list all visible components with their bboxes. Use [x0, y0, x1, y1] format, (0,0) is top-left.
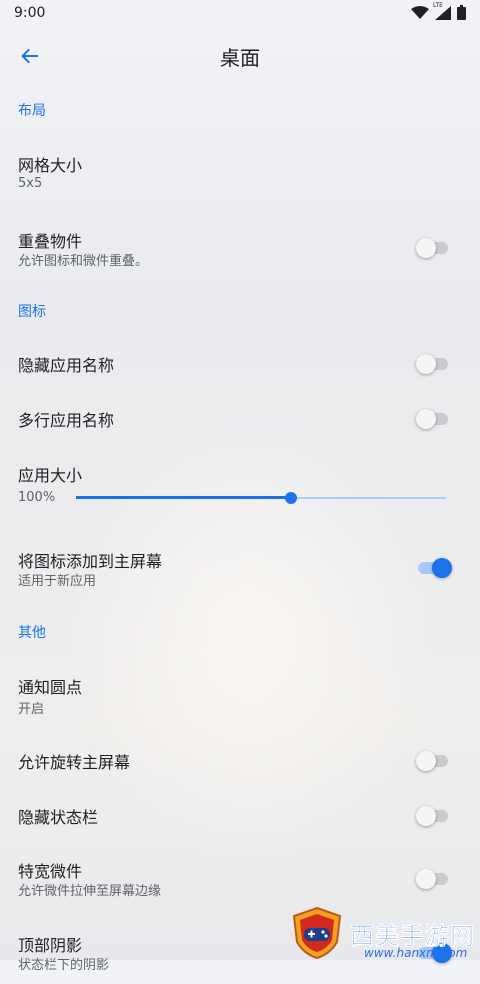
status-icons: LTE [411, 2, 466, 20]
battery-icon [457, 5, 466, 20]
setting-title: 顶部阴影 [18, 936, 83, 955]
setting-hide-app-names[interactable]: 隐藏应用名称 [0, 340, 480, 386]
setting-title: 应用大小 [18, 466, 83, 485]
multiline-app-names-switch[interactable] [416, 408, 450, 429]
gamepad-shield-logo-icon [292, 906, 342, 960]
setting-subtitle: 适用于新应用 [18, 574, 97, 589]
section-header-layout: 布局 [18, 103, 46, 119]
setting-grid-size[interactable]: 网格大小 5x5 [0, 140, 480, 204]
app-bar: 桌面 [0, 28, 480, 82]
overlap-widgets-switch[interactable] [416, 237, 450, 258]
network-type-label: LTE [433, 1, 443, 9]
slider-thumb[interactable] [284, 492, 297, 504]
status-time: 9:00 [14, 5, 46, 21]
setting-title: 允许旋转主屏幕 [18, 753, 131, 772]
add-icon-home-switch[interactable] [418, 557, 452, 578]
setting-overlap-widgets[interactable]: 重叠物件 允许图标和微件重叠。 [0, 216, 480, 280]
setting-title: 网格大小 [18, 156, 83, 175]
setting-title: 多行应用名称 [18, 411, 115, 430]
setting-value: 5x5 [18, 176, 43, 191]
cellular-signal-icon: LTE [433, 2, 451, 20]
app-size-value: 100% [18, 490, 56, 505]
app-size-slider[interactable] [76, 488, 446, 508]
setting-title: 通知圆点 [18, 678, 83, 697]
page-title: 桌面 [220, 46, 260, 70]
section-header-icons: 图标 [18, 304, 46, 320]
status-bar: 9:00 LTE [0, 0, 480, 28]
setting-title: 将图标添加到主屏幕 [18, 552, 163, 571]
watermark-url: www.hanxm.com [364, 946, 468, 960]
setting-title: 重叠物件 [18, 232, 83, 251]
setting-subtitle: 允许微件拉伸至屏幕边缘 [18, 884, 162, 899]
setting-title: 隐藏应用名称 [18, 356, 115, 375]
setting-add-icon-home[interactable]: 将图标添加到主屏幕 适用于新应用 [0, 536, 480, 600]
setting-extra-wide-widgets[interactable]: 特宽微件 允许微件拉伸至屏幕边缘 [0, 846, 480, 910]
setting-subtitle: 状态栏下的阴影 [18, 958, 110, 973]
site-watermark: 西美手游网 www.hanxm.com [290, 906, 480, 960]
extra-wide-widgets-switch[interactable] [416, 868, 450, 889]
hide-app-names-switch[interactable] [416, 353, 450, 374]
setting-value: 开启 [18, 702, 45, 717]
setting-title: 隐藏状态栏 [18, 808, 99, 827]
setting-notification-dots[interactable]: 通知圆点 开启 [0, 662, 480, 726]
section-header-other: 其他 [18, 625, 46, 641]
setting-hide-status-bar[interactable]: 隐藏状态栏 [0, 792, 480, 838]
hide-status-bar-switch[interactable] [416, 805, 450, 826]
setting-title: 特宽微件 [18, 862, 83, 881]
wifi-icon [411, 5, 429, 20]
setting-multiline-app-names[interactable]: 多行应用名称 [0, 395, 480, 441]
setting-subtitle: 允许图标和微件重叠。 [18, 254, 149, 269]
slider-fill [76, 496, 291, 499]
setting-allow-rotation[interactable]: 允许旋转主屏幕 [0, 737, 480, 783]
allow-rotation-switch[interactable] [416, 750, 450, 771]
